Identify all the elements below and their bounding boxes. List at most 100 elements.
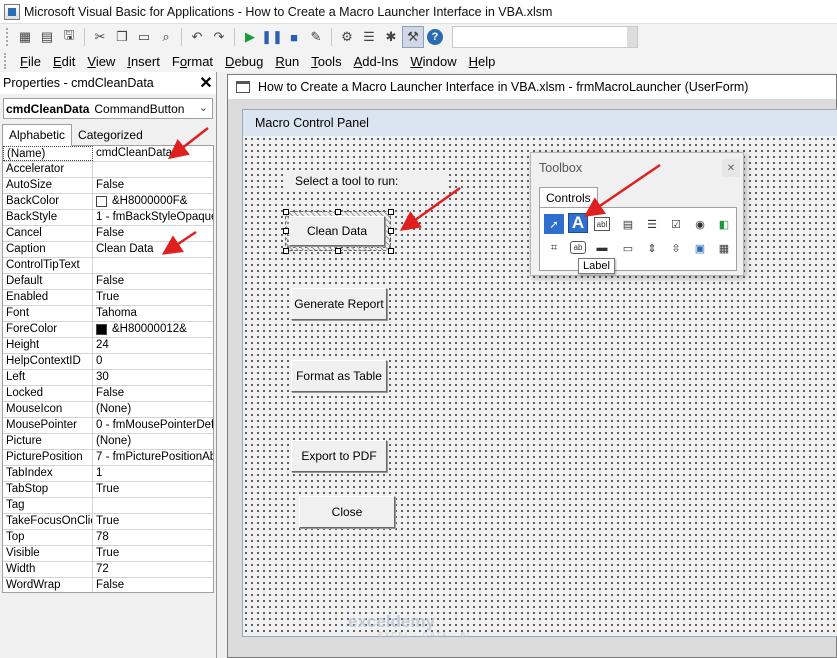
property-value[interactable]: True <box>93 482 213 497</box>
property-value[interactable]: 72 <box>93 562 213 577</box>
toolbox-icon[interactable]: ⚒ <box>402 26 424 48</box>
excel-icon[interactable]: ▦ <box>14 26 36 48</box>
property-row[interactable]: BackColor &H8000000F& <box>3 194 213 210</box>
property-value[interactable]: 24 <box>93 338 213 353</box>
property-row[interactable]: TabStop True <box>3 482 213 498</box>
property-value[interactable]: 7 - fmPicturePositionAboveCenter <box>93 450 213 465</box>
property-row[interactable]: PicturePosition7 - fmPicturePositionAbov… <box>3 450 213 466</box>
close-button[interactable]: Close <box>299 496 395 528</box>
property-value[interactable]: True <box>93 290 213 305</box>
resize-handle[interactable] <box>283 209 289 215</box>
menu-view[interactable]: View <box>81 54 121 69</box>
menu-tools[interactable]: Tools <box>305 54 347 69</box>
property-row[interactable]: Enabled True <box>3 290 213 306</box>
properties-icon[interactable]: ☰ <box>358 26 380 48</box>
help-icon[interactable]: ? <box>424 26 446 48</box>
close-icon[interactable]: ✕ <box>722 159 740 177</box>
menu-run[interactable]: Run <box>269 54 305 69</box>
toolbox-window[interactable]: Toolbox ✕ Controls ➚ A abl ▤ ☰ ☑ ◉ ◧ ⌗ a… <box>530 152 744 276</box>
property-row[interactable]: BackStyle 1 - fmBackStyleOpaque <box>3 210 213 226</box>
format-as-table-button[interactable]: Format as Table <box>291 360 387 392</box>
property-value[interactable]: cmdCleanData <box>93 146 213 161</box>
generate-report-button[interactable]: Generate Report <box>291 288 387 320</box>
property-value[interactable]: Tahoma <box>93 306 213 321</box>
project-explorer-icon[interactable]: ⚙ <box>336 26 358 48</box>
menu-edit[interactable]: Edit <box>47 54 81 69</box>
property-value[interactable]: 78 <box>93 530 213 545</box>
property-row[interactable]: TakeFocusOnClick True <box>3 514 213 530</box>
property-value[interactable]: 1 - fmBackStyleOpaque <box>93 210 213 225</box>
menu-format[interactable]: Format <box>166 54 219 69</box>
tab-controls[interactable]: Controls <box>539 187 598 208</box>
design-mode-icon[interactable]: ✎ <box>305 26 327 48</box>
spinbutton-icon[interactable]: ⇳ <box>666 238 686 258</box>
select-tool-label[interactable]: Select a tool to run: <box>287 171 447 191</box>
textbox-icon[interactable]: abl <box>594 217 610 231</box>
property-row[interactable]: (Name) cmdCleanData <box>3 146 213 162</box>
property-row[interactable]: MouseIcon (None) <box>3 402 213 418</box>
multipage-icon[interactable]: ▭ <box>618 238 638 258</box>
property-row[interactable]: TabIndex 1 <box>3 466 213 482</box>
menu-window[interactable]: Window <box>404 54 462 69</box>
menu-grip[interactable] <box>4 53 8 69</box>
find-icon[interactable]: ⌕ <box>155 26 177 48</box>
property-value[interactable] <box>93 162 213 177</box>
commandbutton-icon[interactable]: ab <box>570 241 586 254</box>
menu-addins[interactable]: Add-Ins <box>348 54 405 69</box>
checkbox-icon[interactable]: ☑ <box>666 214 686 234</box>
property-value[interactable]: False <box>93 226 213 241</box>
menu-file[interactable]: File <box>14 54 47 69</box>
property-row[interactable]: Font Tahoma <box>3 306 213 322</box>
combobox-icon[interactable]: ▤ <box>618 214 638 234</box>
property-row[interactable]: Accelerator <box>3 162 213 178</box>
resize-handle[interactable] <box>283 248 289 254</box>
property-row[interactable]: Top 78 <box>3 530 213 546</box>
resize-handle[interactable] <box>283 228 289 234</box>
optionbutton-icon[interactable]: ◉ <box>690 214 710 234</box>
menu-debug[interactable]: Debug <box>219 54 269 69</box>
scrollbar-icon[interactable]: ⇕ <box>642 238 662 258</box>
property-row[interactable]: Tag <box>3 498 213 514</box>
resize-handle[interactable] <box>388 248 394 254</box>
tab-alphabetic[interactable]: Alphabetic <box>2 124 73 146</box>
close-icon[interactable]: ✕ <box>196 73 216 93</box>
property-row[interactable]: Default False <box>3 274 213 290</box>
select-objects-icon[interactable]: ➚ <box>544 214 564 234</box>
property-value[interactable]: Clean Data <box>93 242 213 257</box>
run-icon[interactable]: ▶ <box>239 26 261 48</box>
resize-handle[interactable] <box>388 228 394 234</box>
resize-handle[interactable] <box>335 248 341 254</box>
insert-userform-icon[interactable]: ▤ <box>36 26 58 48</box>
property-row[interactable]: ForeColor &H80000012& <box>3 322 213 338</box>
property-value[interactable]: 0 - fmMousePointerDefault <box>93 418 213 433</box>
property-value[interactable]: &H8000000F& <box>93 194 213 209</box>
property-row[interactable]: Height 24 <box>3 338 213 354</box>
menu-insert[interactable]: Insert <box>121 54 166 69</box>
paste-icon[interactable]: ▭ <box>133 26 155 48</box>
property-row[interactable]: Cancel False <box>3 226 213 242</box>
save-icon[interactable]: 🖫 <box>58 26 80 48</box>
property-value[interactable] <box>93 498 213 513</box>
image-icon[interactable]: ▣ <box>690 238 710 258</box>
toolbar-overflow[interactable] <box>627 27 637 47</box>
listbox-icon[interactable]: ☰ <box>642 214 662 234</box>
object-browser-icon[interactable]: ✱ <box>380 26 402 48</box>
property-value[interactable] <box>93 258 213 273</box>
chevron-down-icon[interactable]: ⌄ <box>199 101 208 114</box>
redo-icon[interactable]: ↷ <box>208 26 230 48</box>
property-row[interactable]: Picture (None) <box>3 434 213 450</box>
property-value[interactable]: False <box>93 178 213 193</box>
property-row[interactable]: Left 30 <box>3 370 213 386</box>
property-value[interactable]: 1 <box>93 466 213 481</box>
property-value[interactable]: True <box>93 546 213 561</box>
resize-handle[interactable] <box>335 209 341 215</box>
resize-handle[interactable] <box>388 209 394 215</box>
property-value[interactable]: (None) <box>93 402 213 417</box>
export-to-pdf-button[interactable]: Export to PDF <box>291 440 387 472</box>
undo-icon[interactable]: ↶ <box>186 26 208 48</box>
togglebutton-icon[interactable]: ◧ <box>714 214 734 234</box>
reset-icon[interactable]: ■ <box>283 26 305 48</box>
property-value[interactable]: 30 <box>93 370 213 385</box>
tabstrip-icon[interactable]: ▬ <box>592 238 612 258</box>
property-value[interactable]: &H80000012& <box>93 322 213 337</box>
